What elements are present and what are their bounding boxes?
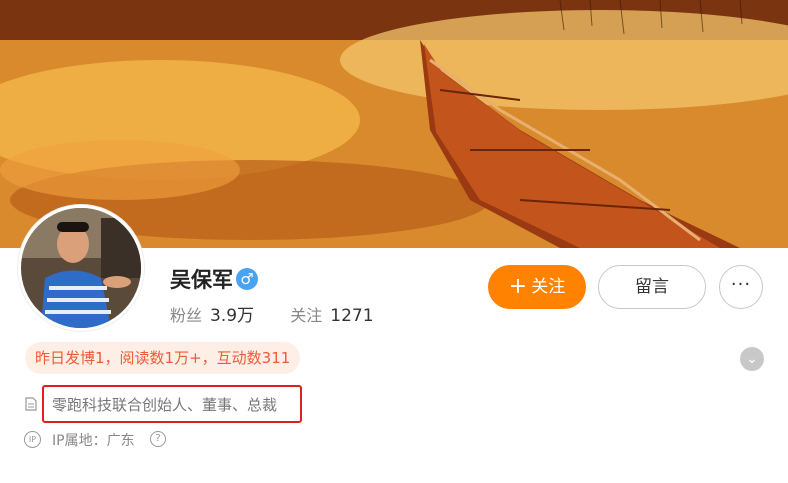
bio-text: 零跑科技联合创始人、董事、总裁 [52, 396, 278, 414]
following-count[interactable]: 1271 [330, 306, 373, 326]
activity-summary: 昨日发博1，阅读数1万+，互动数311 [25, 342, 301, 374]
more-options-button[interactable]: ··· [719, 265, 763, 309]
message-button[interactable]: 留言 [598, 265, 706, 309]
profile-name[interactable]: 吴保军 [170, 264, 233, 294]
plus-icon: + [508, 274, 528, 299]
document-icon [25, 397, 37, 411]
ip-location: IP属地：广东 [52, 433, 135, 449]
avatar-photo [21, 208, 141, 328]
profile-stats: 粉丝 3.9万 关注 1271 [170, 301, 374, 326]
follow-button[interactable]: + 关注 [488, 265, 586, 309]
question-icon[interactable]: ? [150, 431, 166, 447]
ip-icon: IP [24, 431, 41, 448]
chevron-down-icon[interactable]: ⌄ [740, 347, 764, 371]
followers-count[interactable]: 3.9万 [210, 306, 254, 326]
followers-label[interactable]: 粉丝 [170, 306, 202, 325]
male-icon: ♂ [236, 268, 258, 290]
avatar[interactable] [18, 205, 144, 331]
following-label[interactable]: 关注 [290, 306, 322, 325]
follow-label: 关注 [531, 277, 566, 297]
